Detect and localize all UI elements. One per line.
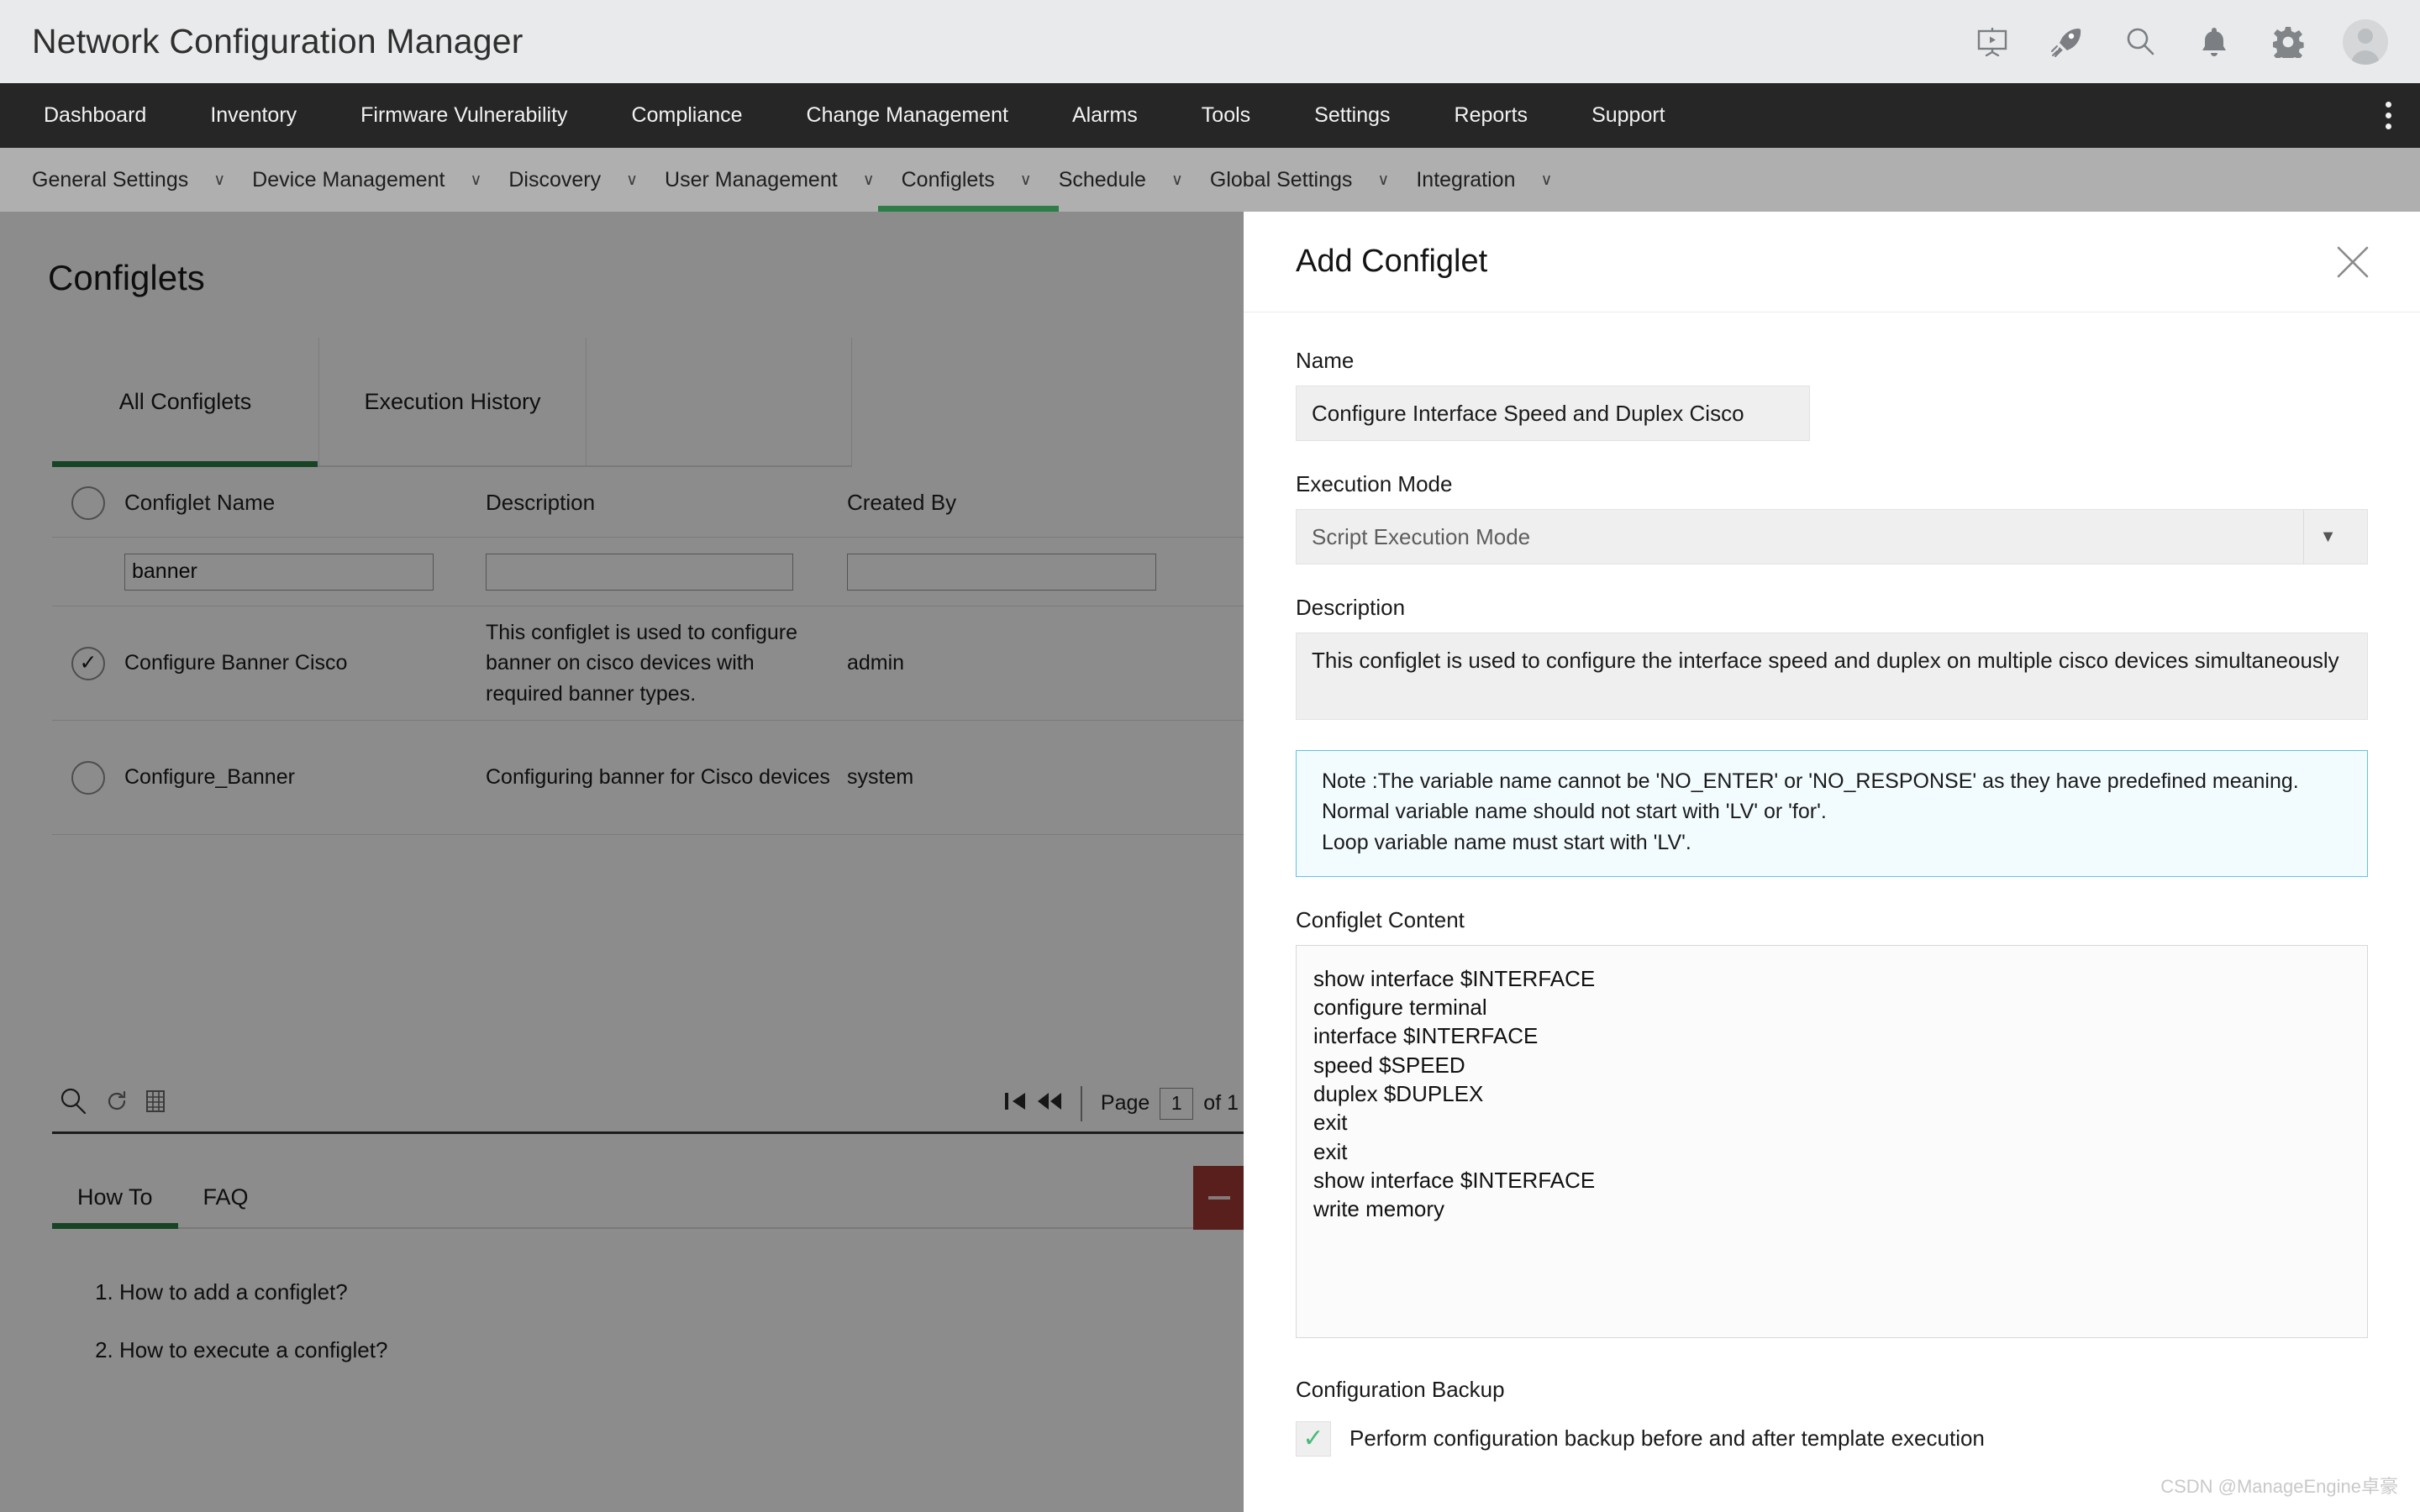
subnav-item-configlets[interactable]: Configlets ∨ bbox=[877, 148, 1059, 212]
label-configlet-content: Configlet Content bbox=[1296, 906, 1465, 932]
nav-item-inventory[interactable]: Inventory bbox=[178, 83, 329, 148]
subnav-item-integration[interactable]: Integration ∨ bbox=[1416, 148, 1579, 212]
label-name: Name bbox=[1296, 348, 1355, 373]
rocket-icon[interactable] bbox=[2047, 23, 2086, 61]
nav-item-change-management[interactable]: Change Management bbox=[775, 83, 1040, 148]
subnav-item-general-settings[interactable]: General Settings ∨ bbox=[32, 148, 252, 212]
configuration-backup-checkbox-row[interactable]: ✓ Perform configuration backup before an… bbox=[1296, 1420, 2368, 1457]
nav-item-alarms[interactable]: Alarms bbox=[1040, 83, 1170, 148]
label-execution-mode: Execution Mode bbox=[1296, 471, 1453, 496]
subnav-label: Integration bbox=[1416, 167, 1516, 192]
variable-name-note: Note :The variable name cannot be 'NO_EN… bbox=[1296, 750, 2368, 877]
subnav-item-device-management[interactable]: Device Management ∨ bbox=[252, 148, 508, 212]
chevron-down-icon: ∨ bbox=[1540, 171, 1553, 189]
nav-item-reports[interactable]: Reports bbox=[1423, 83, 1560, 148]
chevron-down-icon: ∨ bbox=[862, 171, 875, 189]
note-line: Note :The variable name cannot be 'NO_EN… bbox=[1322, 769, 2299, 793]
configlet-content-textarea[interactable]: show interface $INTERFACE configure term… bbox=[1296, 944, 2368, 1338]
modal-backdrop-overlay[interactable] bbox=[0, 212, 1244, 1512]
label-configuration-backup: Configuration Backup bbox=[1296, 1376, 1505, 1402]
nav-item-settings[interactable]: Settings bbox=[1282, 83, 1422, 148]
configuration-backup-checkbox-label: Perform configuration backup before and … bbox=[1349, 1425, 1985, 1452]
subnav-item-discovery[interactable]: Discovery ∨ bbox=[508, 148, 665, 212]
field-execution-mode: Execution Mode Script Execution Mode ▼ bbox=[1296, 471, 2368, 564]
bell-notification-icon[interactable] bbox=[2195, 23, 2233, 61]
chevron-down-icon: ▼ bbox=[2303, 510, 2352, 564]
header-icon-group bbox=[1973, 18, 2388, 65]
subnav-label: Configlets bbox=[901, 167, 995, 192]
subnav-label: Device Management bbox=[252, 167, 445, 192]
subnav-item-global-settings[interactable]: Global Settings ∨ bbox=[1210, 148, 1416, 212]
nav-item-firmware-vulnerability[interactable]: Firmware Vulnerability bbox=[329, 83, 599, 148]
gear-settings-icon[interactable] bbox=[2269, 23, 2307, 61]
field-configlet-content: Configlet Content show interface $INTERF… bbox=[1296, 907, 2368, 1338]
execution-mode-select[interactable]: Script Execution Mode ▼ bbox=[1296, 509, 2368, 564]
subnav-label: Global Settings bbox=[1209, 167, 1353, 192]
subnav-item-user-management[interactable]: User Management ∨ bbox=[665, 148, 902, 212]
brand-bar: Network Configuration Manager bbox=[0, 0, 2420, 83]
nav-item-dashboard[interactable]: Dashboard bbox=[12, 83, 178, 148]
close-icon[interactable] bbox=[2329, 239, 2376, 286]
main-navigation: Dashboard Inventory Firmware Vulnerabili… bbox=[0, 83, 2420, 148]
add-configlet-panel: Add Configlet Name Configure Interface S… bbox=[1244, 212, 2420, 1512]
description-textarea[interactable]: This configlet is used to configure the … bbox=[1296, 633, 2368, 720]
app-title: Network Configuration Manager bbox=[32, 22, 523, 60]
application-root: Network Configuration Manager Dashboard … bbox=[0, 0, 2420, 1512]
subnav-label: Schedule bbox=[1058, 167, 1146, 192]
subnav-label: Discovery bbox=[508, 167, 602, 192]
sub-navigation: General Settings ∨ Device Management ∨ D… bbox=[0, 148, 2420, 212]
chevron-down-icon: ∨ bbox=[1019, 171, 1032, 189]
chevron-down-icon: ∨ bbox=[213, 171, 226, 189]
user-avatar-icon[interactable] bbox=[2343, 18, 2388, 65]
chevron-down-icon: ∨ bbox=[470, 171, 482, 189]
nav-item-tools[interactable]: Tools bbox=[1170, 83, 1282, 148]
panel-header: Add Configlet bbox=[1244, 212, 2420, 312]
panel-body: Name Configure Interface Speed and Duple… bbox=[1244, 312, 2420, 1457]
note-line: Normal variable name should not start wi… bbox=[1322, 800, 1827, 824]
search-icon[interactable] bbox=[2121, 23, 2160, 61]
checkmark-icon[interactable]: ✓ bbox=[1296, 1420, 1331, 1457]
chevron-down-icon: ∨ bbox=[626, 171, 639, 189]
subnav-item-schedule[interactable]: Schedule ∨ bbox=[1059, 148, 1210, 212]
chevron-down-icon: ∨ bbox=[1171, 171, 1183, 189]
panel-title: Add Configlet bbox=[1296, 244, 1488, 279]
note-line: Loop variable name must start with 'LV'. bbox=[1322, 830, 1691, 854]
name-input[interactable]: Configure Interface Speed and Duplex Cis… bbox=[1296, 386, 1810, 441]
field-description: Description This configlet is used to co… bbox=[1296, 595, 2368, 720]
execution-mode-value: Script Execution Mode bbox=[1312, 523, 1531, 549]
kebab-menu-icon[interactable] bbox=[2379, 95, 2398, 136]
presentation-demo-icon[interactable] bbox=[1973, 23, 2012, 61]
nav-item-support[interactable]: Support bbox=[1560, 83, 1697, 148]
subnav-label: User Management bbox=[665, 167, 838, 192]
nav-item-compliance[interactable]: Compliance bbox=[600, 83, 775, 148]
label-description: Description bbox=[1296, 595, 1406, 620]
subnav-label: General Settings bbox=[32, 167, 189, 192]
main-nav-items: Dashboard Inventory Firmware Vulnerabili… bbox=[0, 83, 1697, 148]
field-name: Name Configure Interface Speed and Duple… bbox=[1296, 348, 2368, 441]
watermark: CSDN @ManageEngine卓豪 bbox=[2160, 1476, 2398, 1497]
chevron-down-icon: ∨ bbox=[1377, 171, 1390, 189]
